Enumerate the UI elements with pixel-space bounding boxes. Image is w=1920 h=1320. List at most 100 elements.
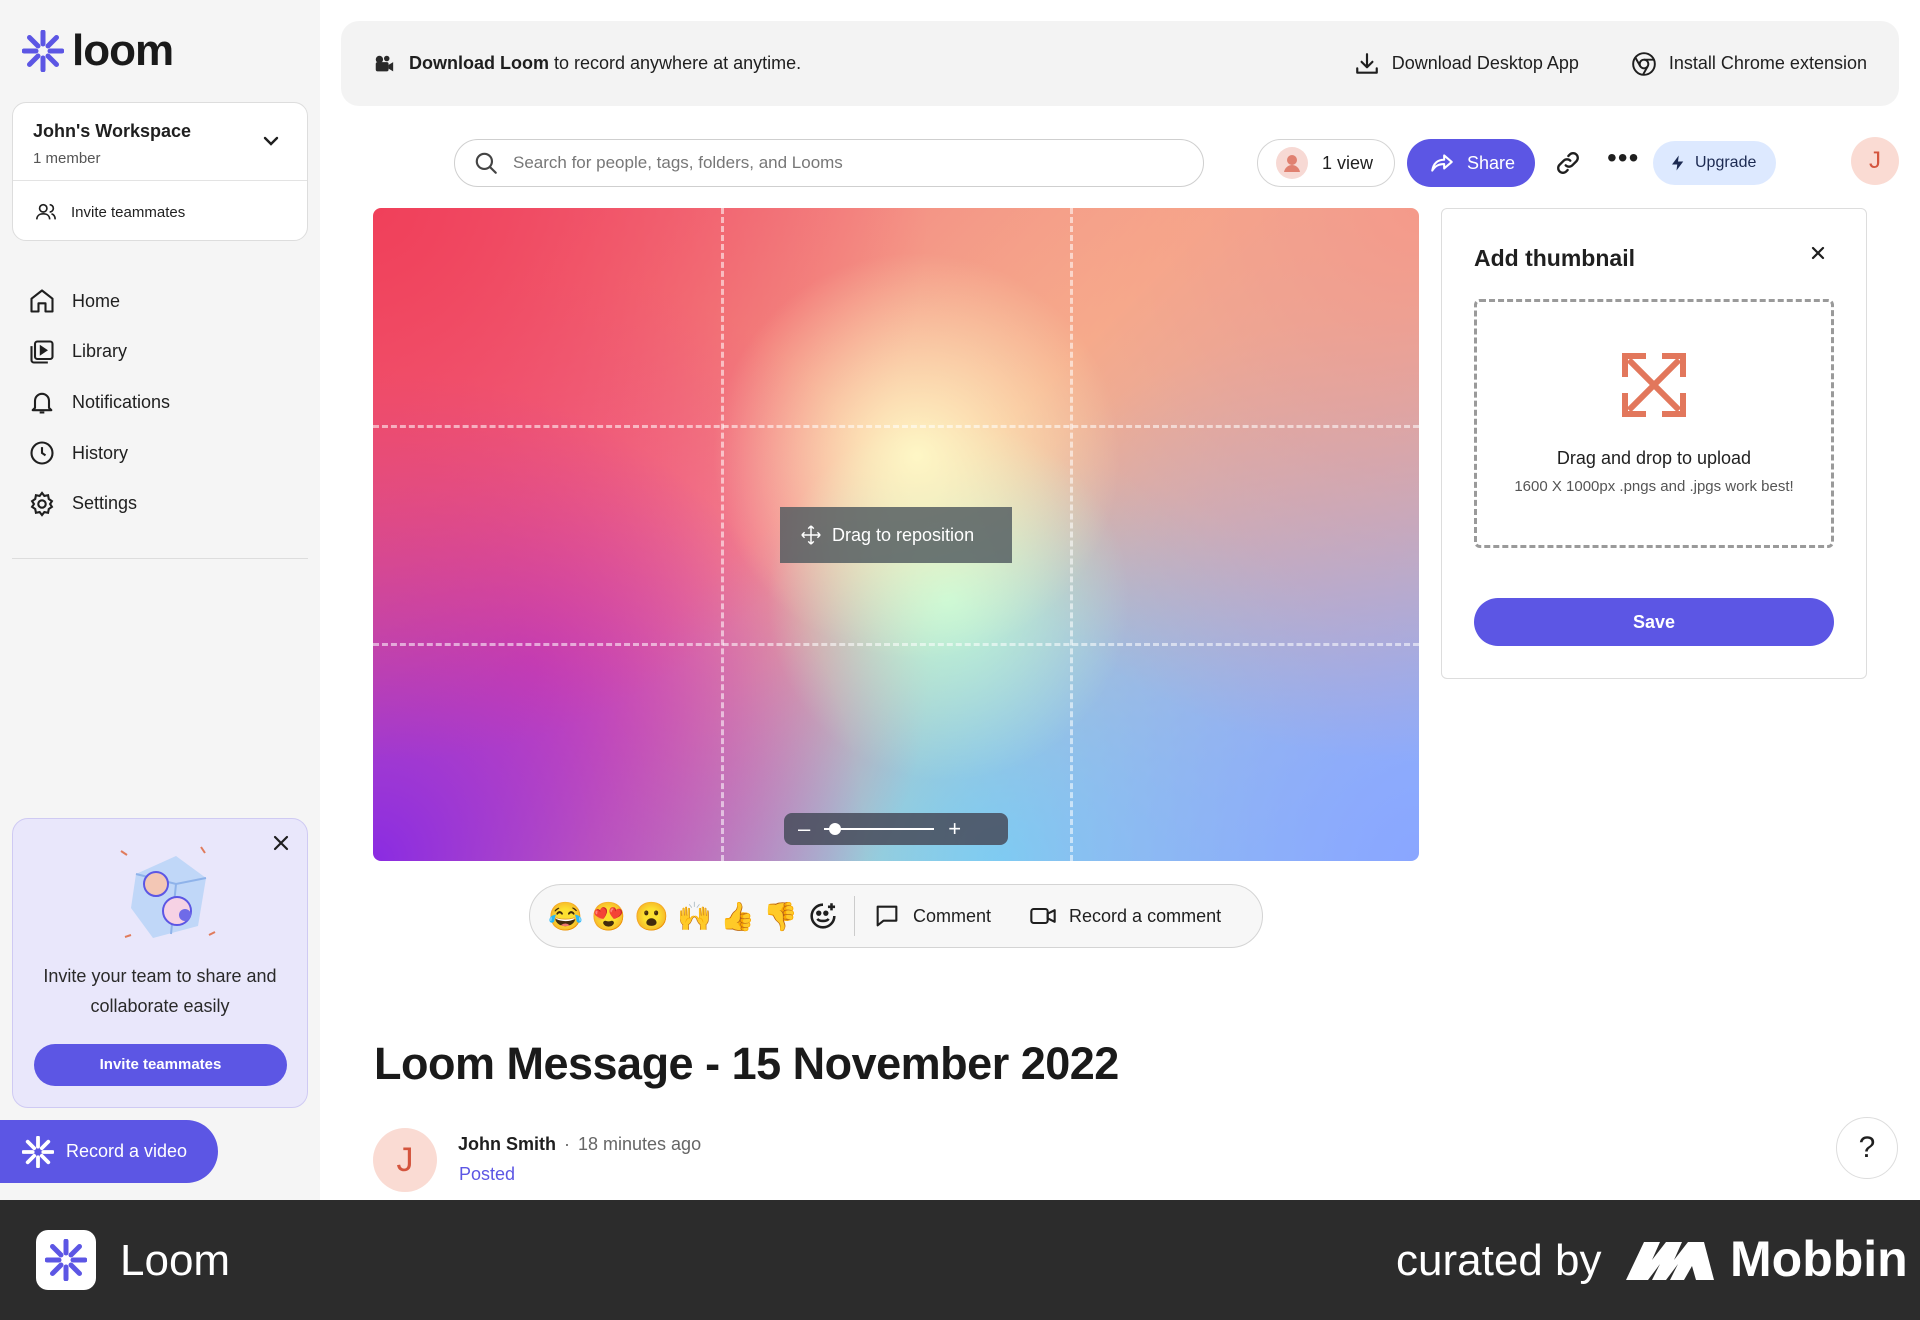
footer-app-name: Loom <box>120 1236 231 1285</box>
upload-dropzone[interactable]: Drag and drop to upload 1600 X 1000px .p… <box>1474 299 1834 548</box>
footer-curated-by: curated by <box>1396 1236 1602 1285</box>
panel-title: Add thumbnail <box>1474 245 1635 271</box>
sidebar-item-library[interactable]: Library <box>28 327 298 378</box>
help-button[interactable]: ? <box>1836 1117 1898 1179</box>
clock-icon <box>30 441 54 465</box>
workspace-members: 1 member <box>33 150 101 167</box>
author-avatar[interactable]: J <box>373 1128 437 1192</box>
promo-text: Invite your team to share and collaborat… <box>43 966 277 1016</box>
record-comment-button[interactable]: Record a comment <box>1029 902 1221 930</box>
share-button[interactable]: Share <box>1407 139 1535 187</box>
views-button[interactable]: 1 view <box>1257 139 1395 187</box>
download-desktop-app-link[interactable]: Download Desktop App <box>1354 51 1579 77</box>
sidebar-item-label: Library <box>72 341 128 362</box>
grid-line <box>373 425 1419 428</box>
reaction-heart-eyes[interactable]: 😍 <box>587 900 630 933</box>
copy-link-icon[interactable] <box>1554 149 1582 177</box>
record-video-label: Record a video <box>66 1141 188 1161</box>
status-badge: Posted <box>459 1164 516 1184</box>
search-icon <box>475 152 497 174</box>
reaction-thumbs-down[interactable]: 👎 <box>759 900 802 933</box>
sidebar-item-history[interactable]: History <box>28 428 298 479</box>
grid-line <box>721 208 724 861</box>
install-chrome-extension-link[interactable]: Install Chrome extension <box>1631 51 1867 77</box>
library-icon <box>30 340 54 364</box>
drag-to-reposition-tooltip: Drag to reposition <box>780 507 1012 563</box>
download-icon <box>1355 52 1378 74</box>
sidebar-divider <box>12 558 308 559</box>
banner-text: Download Loom to record anywhere at anyt… <box>409 53 801 74</box>
record-comment-label: Record a comment <box>1069 905 1222 926</box>
install-chrome-extension-label: Install Chrome extension <box>1668 53 1867 73</box>
zoom-control: – + <box>784 813 1008 845</box>
more-options-icon[interactable]: ••• <box>1607 142 1639 174</box>
reactions-divider <box>854 896 855 936</box>
workspace-switcher[interactable]: John's Workspace 1 member <box>13 103 307 181</box>
author-name[interactable]: John Smith <box>458 1134 556 1155</box>
sidebar-item-settings[interactable]: Settings <box>28 478 298 529</box>
loom-app-icon <box>36 1230 96 1290</box>
reaction-thumbs-up[interactable]: 👍 <box>716 900 759 933</box>
bell-icon <box>31 393 53 415</box>
reaction-surprised[interactable]: 😮 <box>630 900 673 933</box>
users-icon <box>36 203 56 220</box>
zoom-in-button[interactable]: + <box>948 816 961 842</box>
dropzone-hint: 1600 X 1000px .pngs and .jpgs work best! <box>1514 478 1794 495</box>
loom-logo[interactable]: loom <box>22 26 174 76</box>
share-icon <box>1431 154 1453 172</box>
mobbin-logo: Mobbin <box>1626 1230 1908 1288</box>
dropzone-title: Drag and drop to upload <box>1556 448 1752 468</box>
invite-promo-card: Invite your team to share and collaborat… <box>12 818 308 1108</box>
zoom-slider-knob[interactable] <box>829 823 842 835</box>
main-nav: Home Library Notifications History Setti… <box>28 276 298 529</box>
comment-button[interactable]: Comment <box>873 902 991 930</box>
lightning-icon <box>1672 155 1684 171</box>
move-icon <box>801 525 821 545</box>
drag-tip-label: Drag to reposition <box>832 524 975 545</box>
invite-teammates-button[interactable]: Invite teammates <box>34 1044 287 1086</box>
sidebar-item-notifications[interactable]: Notifications <box>28 377 298 428</box>
add-reaction-icon[interactable] <box>806 899 840 933</box>
close-icon[interactable] <box>271 833 291 853</box>
viewer-avatar <box>1276 147 1308 179</box>
chevron-down-icon <box>263 136 279 146</box>
loom-logo-icon <box>22 1135 54 1168</box>
grid-line <box>1070 208 1073 861</box>
sidebar-item-label: Settings <box>72 493 138 514</box>
user-avatar[interactable]: J <box>1851 137 1899 185</box>
thumbnail-preview[interactable]: Drag to reposition – + <box>373 208 1419 861</box>
share-label: Share <box>1467 152 1516 173</box>
record-video-button[interactable]: Record a video <box>0 1120 218 1183</box>
reactions-bar: 😂 😍 😮 🙌 👍 👎 Comment Record a comment <box>529 884 1263 948</box>
upgrade-button[interactable]: Upgrade <box>1653 141 1776 185</box>
separator-dot: · <box>564 1134 570 1154</box>
workspace-card: John's Workspace 1 member Invite teammat… <box>12 102 308 241</box>
invite-teammates-link[interactable]: Invite teammates <box>13 181 307 243</box>
comment-label: Comment <box>913 905 992 926</box>
save-button[interactable]: Save <box>1474 598 1834 646</box>
expand-arrows-icon <box>1622 353 1686 417</box>
workspace-name: John's Workspace <box>33 121 192 141</box>
banner-bold[interactable]: Download Loom <box>409 53 549 73</box>
author-line: John Smith · 18 minutes ago <box>458 1134 701 1155</box>
close-icon[interactable] <box>1808 243 1828 263</box>
loom-logo-icon <box>45 1239 87 1281</box>
reaction-raised-hands[interactable]: 🙌 <box>673 900 716 933</box>
posted-time: 18 minutes ago <box>578 1134 702 1154</box>
upgrade-label: Upgrade <box>1695 154 1757 171</box>
camera-icon <box>375 55 394 71</box>
video-camera-icon <box>1030 907 1056 925</box>
sidebar-item-label: Home <box>72 290 121 311</box>
sidebar-item-home[interactable]: Home <box>28 276 298 327</box>
invite-teammates-label: Invite teammates <box>71 203 186 221</box>
zoom-out-button[interactable]: – <box>798 816 810 842</box>
add-thumbnail-panel: Add thumbnail Drag and drop to upload 16… <box>1441 208 1867 679</box>
sidebar-item-label: Notifications <box>72 391 171 412</box>
search-input[interactable]: Search for people, tags, folders, and Lo… <box>454 139 1204 187</box>
chrome-icon <box>1632 51 1656 76</box>
page-title[interactable]: Loom Message - 15 November 2022 <box>374 1038 1119 1090</box>
reaction-laugh[interactable]: 😂 <box>544 900 587 933</box>
zoom-slider[interactable] <box>824 823 935 835</box>
loom-app: loom John's Workspace 1 member Invite te… <box>0 0 1920 1200</box>
home-icon <box>30 289 54 313</box>
